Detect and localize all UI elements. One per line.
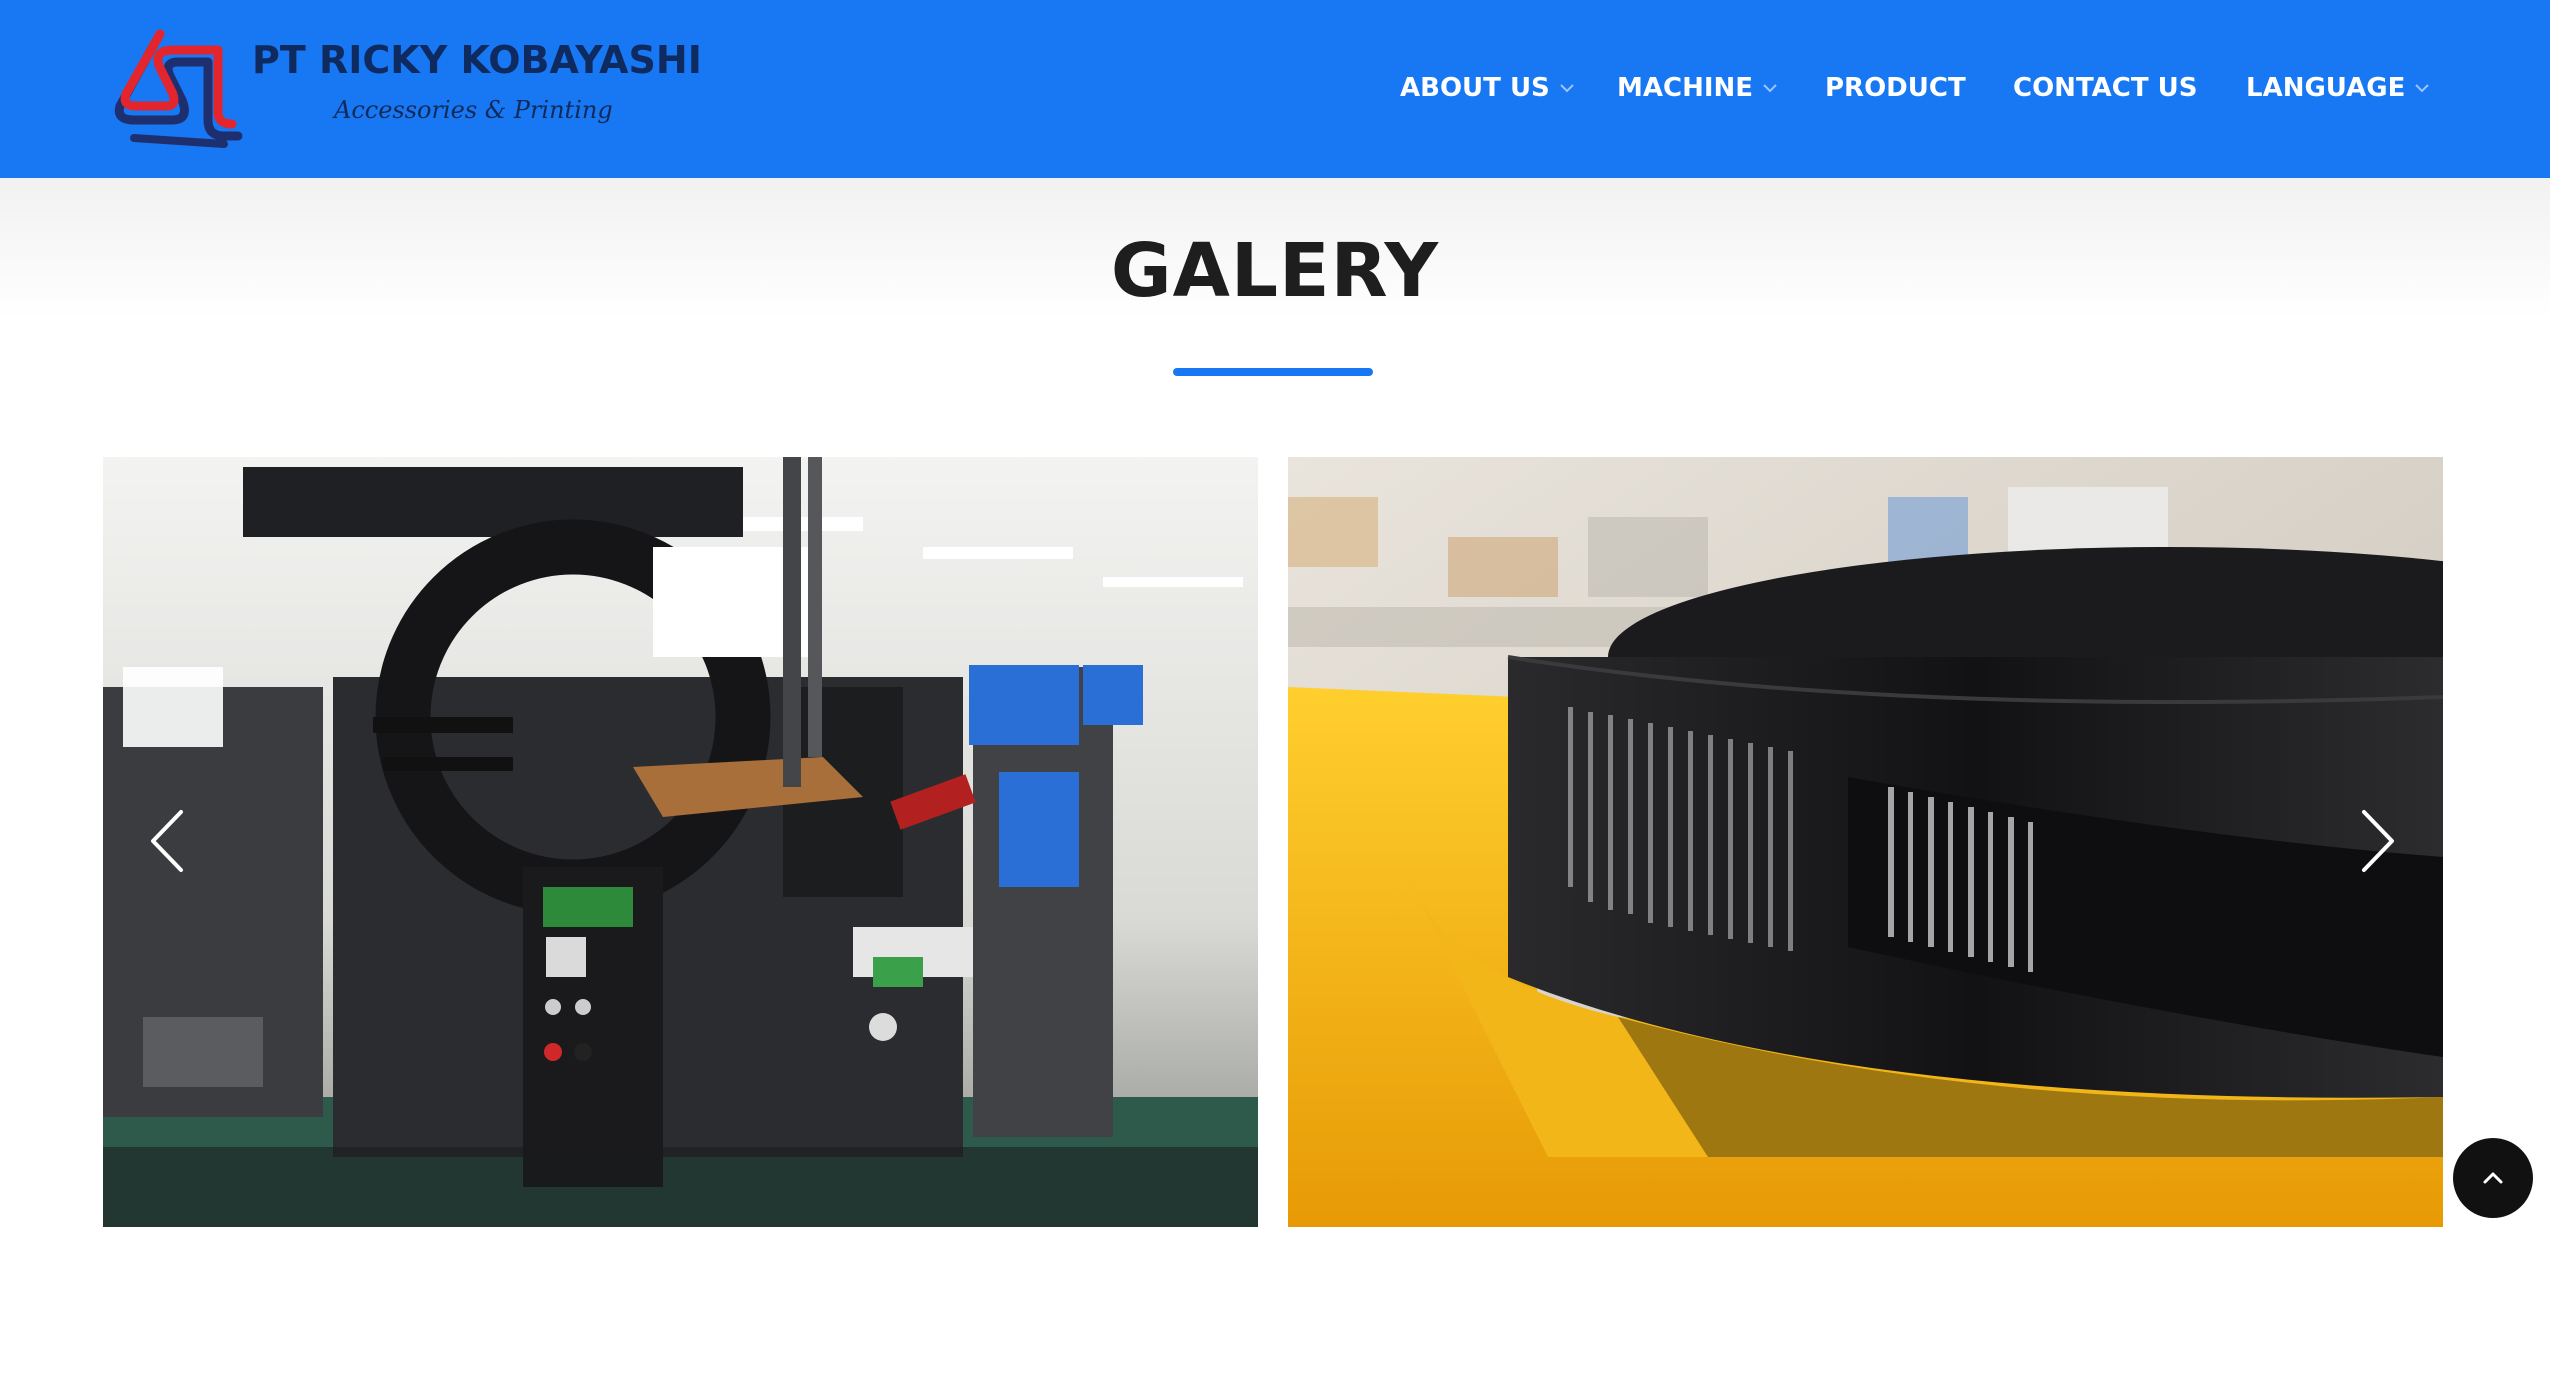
brand-name: PT RICKY KOBAYASHI <box>252 38 702 82</box>
nav-item-language[interactable]: LANGUAGE <box>2246 68 2430 108</box>
nav-item-product[interactable]: PRODUCT <box>1825 68 1966 108</box>
nav-item-about-us[interactable]: ABOUT US <box>1400 68 1574 108</box>
gallery-title: GALERY <box>1110 228 1440 314</box>
nav-item-label: CONTACT US <box>2013 73 2198 103</box>
brand-tagline: Accessories & Printing <box>334 96 613 124</box>
nav-item-machine[interactable]: MACHINE <box>1617 68 1777 108</box>
nav-item-label: MACHINE <box>1617 73 1754 103</box>
chevron-down-icon <box>2415 84 2430 93</box>
printing-machine-photo <box>103 457 1258 1227</box>
label-ribbon-roll-photo <box>1288 457 2443 1227</box>
chevron-down-icon <box>1560 84 1574 93</box>
chevron-down-icon <box>1763 84 1777 93</box>
nav-item-label: PRODUCT <box>1825 73 1966 103</box>
nav-item-label: LANGUAGE <box>2246 73 2406 103</box>
brand-logo[interactable]: PT RICKY KOBAYASHI Accessories & Printin… <box>112 28 702 158</box>
gallery-slide-printing-machine <box>103 457 1258 1227</box>
scroll-to-top-button[interactable] <box>2453 1138 2533 1218</box>
nav-item-label: ABOUT US <box>1400 73 1550 103</box>
site-header: PT RICKY KOBAYASHI Accessories & Printin… <box>0 0 2550 178</box>
chevron-right-icon[interactable] <box>2358 808 2398 874</box>
nav-item-contact-us[interactable]: CONTACT US <box>2013 68 2198 108</box>
chevron-up-icon <box>2483 1172 2503 1184</box>
title-underline <box>1173 368 1373 376</box>
ricky-kobayashi-logo-icon <box>114 29 243 148</box>
gallery-slide-label-roll <box>1288 457 2443 1227</box>
chevron-left-icon[interactable] <box>147 808 187 874</box>
